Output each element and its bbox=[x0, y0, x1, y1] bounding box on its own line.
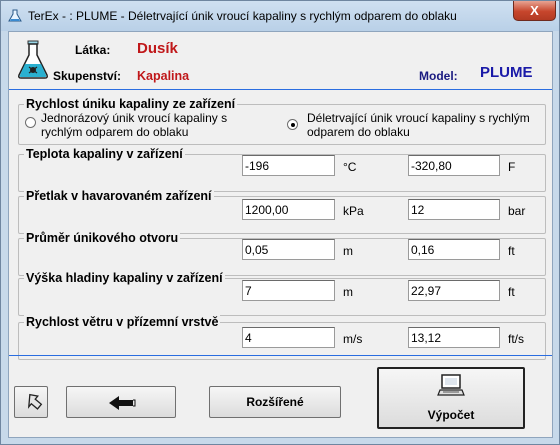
pressure-group: Přetlak v havarovaném zařízení 1200,00 k… bbox=[18, 189, 546, 234]
header-divider bbox=[9, 89, 552, 90]
liquid-level-group: Výška hladiny kapaliny v zařízení 7 m 22… bbox=[18, 271, 546, 316]
flask-icon bbox=[18, 40, 48, 79]
radio-continuous-release-label[interactable]: Déletrvající únik vroucí kapaliny s rych… bbox=[307, 111, 537, 139]
radio-instant-release-label[interactable]: Jednorázový únik vroucí kapaliny s rychl… bbox=[41, 111, 261, 139]
liquid-level-m-input[interactable]: 7 bbox=[242, 280, 335, 301]
temperature-fahrenheit-unit: F bbox=[508, 160, 516, 174]
pressure-title: Přetlak v havarovaném zařízení bbox=[24, 189, 214, 203]
advanced-button[interactable]: Rozšířené bbox=[209, 386, 341, 418]
app-window: TerEx - : PLUME - Déletrvající únik vrou… bbox=[0, 0, 560, 445]
back-arrow-icon bbox=[109, 396, 136, 410]
liquid-level-m-unit: m bbox=[343, 285, 353, 299]
diameter-title: Průměr únikového otvoru bbox=[24, 231, 181, 245]
pressure-bar-input[interactable]: 12 bbox=[408, 199, 500, 220]
exit-arrow-icon bbox=[27, 393, 43, 410]
temperature-fahrenheit-input[interactable]: -320,80 bbox=[408, 155, 500, 176]
close-button[interactable]: X bbox=[513, 1, 556, 21]
pressure-bar-unit: bar bbox=[508, 204, 526, 218]
temperature-group: Teplota kapaliny v zařízení -196 °C -320… bbox=[18, 147, 546, 192]
exit-button[interactable] bbox=[14, 386, 48, 418]
state-label: Skupenství: bbox=[53, 69, 122, 83]
main-panel: Látka: Dusík Skupenství: Kapalina Model:… bbox=[8, 31, 553, 438]
liquid-level-ft-unit: ft bbox=[508, 285, 515, 299]
temperature-celsius-input[interactable]: -196 bbox=[242, 155, 335, 176]
back-button[interactable] bbox=[66, 386, 176, 418]
radio-instant-release[interactable] bbox=[25, 117, 36, 128]
diameter-ft-unit: ft bbox=[508, 244, 515, 258]
window-title: TerEx - : PLUME - Déletrvající únik vrou… bbox=[28, 9, 457, 23]
model-value: PLUME bbox=[480, 64, 533, 81]
substance-label: Látka: bbox=[75, 43, 111, 57]
wind-speed-fts-input[interactable]: 13,12 bbox=[408, 327, 500, 348]
diameter-m-input[interactable]: 0,05 bbox=[242, 239, 335, 260]
temperature-title: Teplota kapaliny v zařízení bbox=[24, 147, 185, 161]
temperature-celsius-unit: °C bbox=[343, 160, 357, 174]
substance-value: Dusík bbox=[137, 40, 178, 57]
release-rate-title: Rychlost úniku kapaliny ze zařízení bbox=[24, 97, 238, 111]
model-label: Model: bbox=[419, 69, 458, 83]
radio-continuous-release[interactable] bbox=[287, 119, 298, 130]
state-value: Kapalina bbox=[137, 69, 190, 83]
app-icon bbox=[8, 9, 22, 22]
title-bar: TerEx - : PLUME - Déletrvající únik vrou… bbox=[1, 1, 559, 31]
footer-divider bbox=[9, 355, 552, 356]
wind-speed-ms-unit: m/s bbox=[343, 332, 363, 346]
calculate-button-label[interactable]: Výpočet bbox=[379, 408, 523, 422]
pressure-kpa-unit: kPa bbox=[343, 204, 364, 218]
wind-speed-title: Rychlost větru v přízemní vrstvě bbox=[24, 315, 221, 329]
calculate-button[interactable]: Výpočet bbox=[377, 367, 525, 429]
liquid-level-title: Výška hladiny kapaliny v zařízení bbox=[24, 271, 225, 285]
wind-speed-ms-input[interactable]: 4 bbox=[242, 327, 335, 348]
diameter-ft-input[interactable]: 0,16 bbox=[408, 239, 500, 260]
computer-icon bbox=[437, 374, 465, 396]
diameter-m-unit: m bbox=[343, 244, 353, 258]
release-rate-group: Rychlost úniku kapaliny ze zařízení Jedn… bbox=[18, 97, 546, 145]
liquid-level-ft-input[interactable]: 22,97 bbox=[408, 280, 500, 301]
wind-speed-fts-unit: ft/s bbox=[508, 332, 525, 346]
pressure-kpa-input[interactable]: 1200,00 bbox=[242, 199, 335, 220]
